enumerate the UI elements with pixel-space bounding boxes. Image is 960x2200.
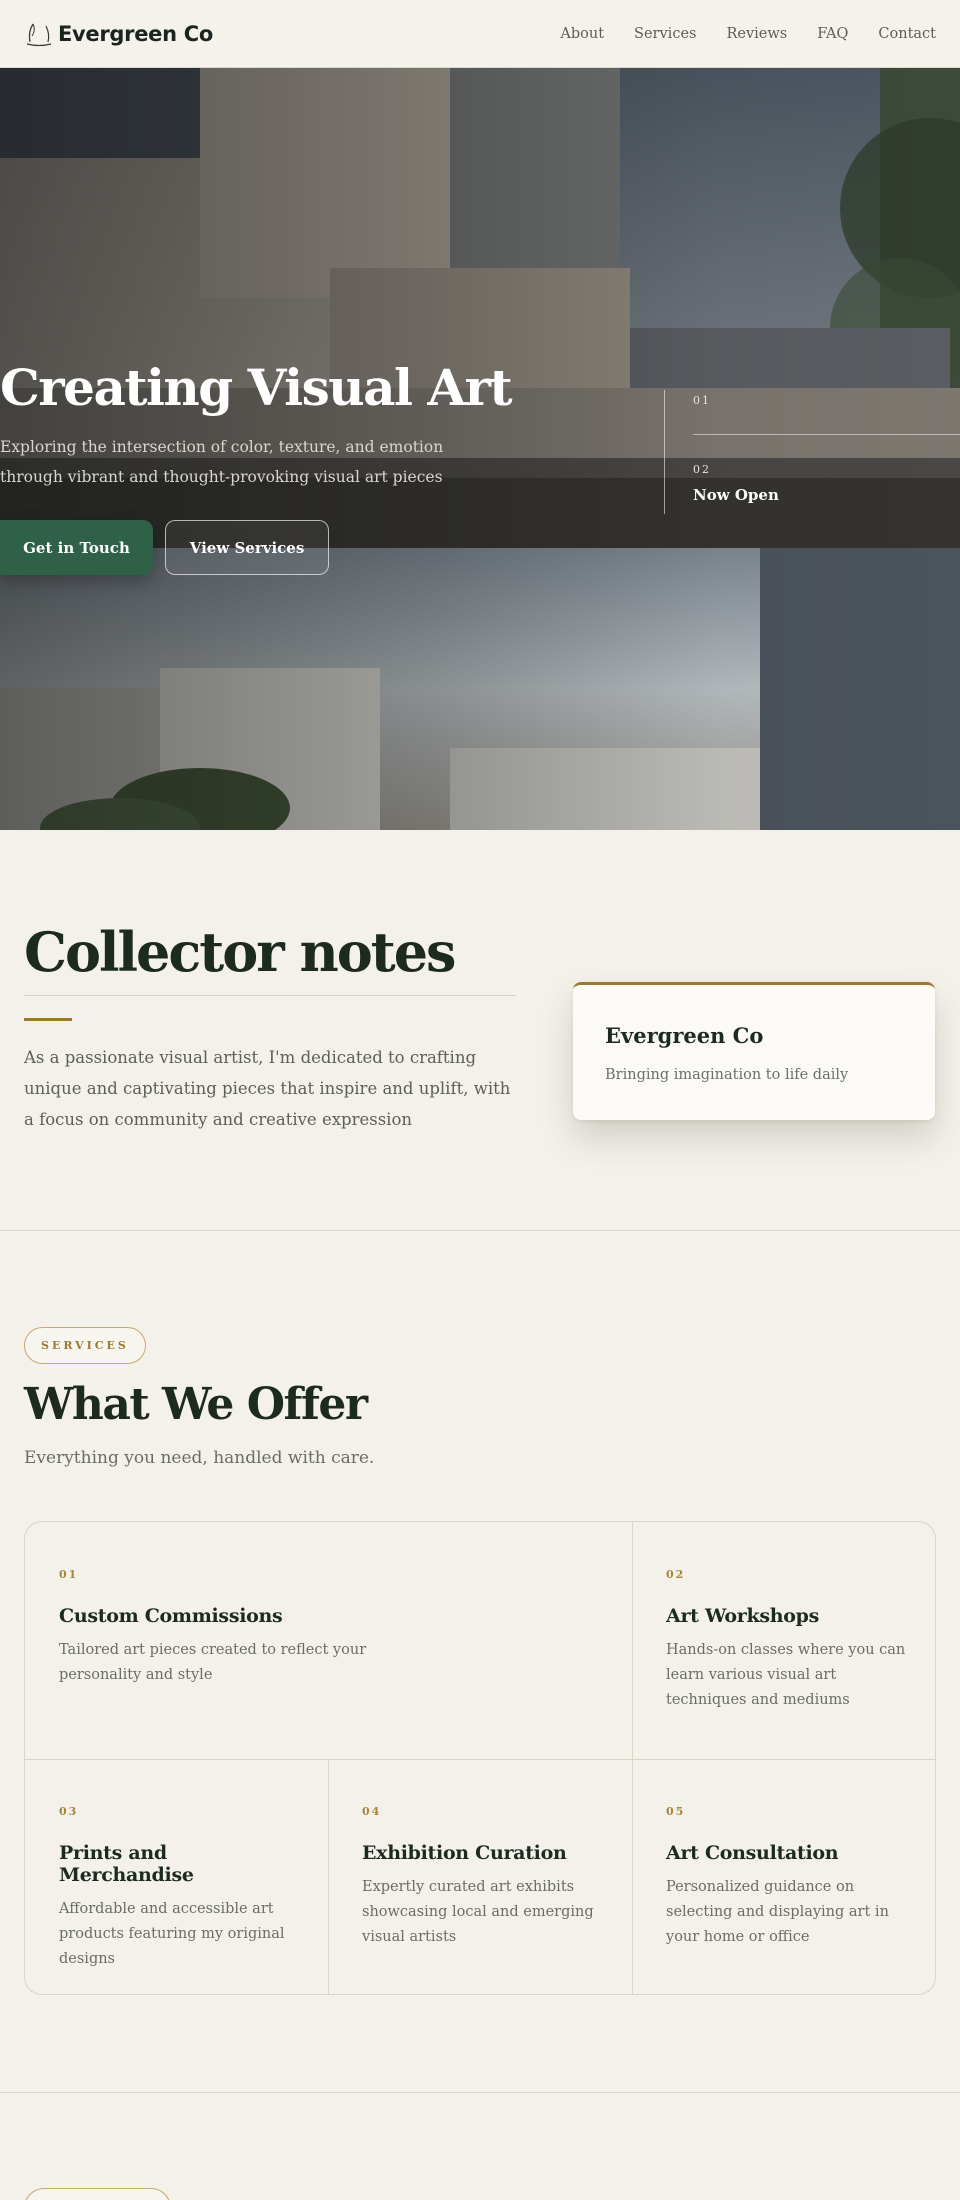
- service-title: Art Consultation: [666, 1842, 839, 1864]
- hero-stat-1-number: 01: [693, 394, 711, 407]
- service-card-curation: 04 Exhibition Curation Expertly curated …: [362, 1805, 602, 1950]
- brand-card: Evergreen Co Bringing imagination to lif…: [573, 982, 935, 1120]
- section-divider: [0, 2092, 960, 2093]
- brand-card-tagline: Bringing imagination to life daily: [605, 1067, 849, 1083]
- grid-divider: [632, 1522, 633, 1994]
- hero-stat-2-label: Now Open: [693, 486, 779, 504]
- service-number: 03: [59, 1805, 79, 1818]
- hero-stat-rule: [693, 434, 960, 435]
- section-divider: [0, 1230, 960, 1231]
- service-card-prints: 03 Prints and Merchandise Affordable and…: [59, 1805, 299, 1972]
- service-description: Tailored art pieces created to reflect y…: [59, 1642, 367, 1683]
- service-card-commissions: 01 Custom Commissions Tailored art piece…: [59, 1568, 379, 1688]
- hero-title: Creating Visual Art: [0, 358, 513, 417]
- services-title: What We Offer: [24, 1379, 368, 1430]
- nav-link-reviews[interactable]: Reviews: [726, 26, 787, 42]
- nav-link-contact[interactable]: Contact: [878, 26, 936, 42]
- hero-subtitle: Exploring the intersection of color, tex…: [0, 438, 444, 486]
- service-title: Exhibition Curation: [362, 1842, 567, 1864]
- nav-link-faq[interactable]: FAQ: [817, 26, 848, 42]
- service-number: 04: [362, 1805, 382, 1818]
- service-card-workshops: 02 Art Workshops Hands-on classes where …: [666, 1568, 906, 1713]
- service-title: Art Workshops: [666, 1605, 820, 1627]
- notes-accent-bar: [24, 1018, 72, 1021]
- service-number: 05: [666, 1805, 686, 1818]
- site-header: Evergreen Co About Services Reviews FAQ …: [0, 0, 960, 68]
- hero-stat-2-number: 02: [693, 463, 711, 476]
- next-section-eyebrow: [24, 2188, 171, 2200]
- grid-divider: [328, 1759, 329, 1994]
- notes-divider: [24, 995, 516, 996]
- notes-body: As a passionate visual artist, I'm dedic…: [24, 1048, 511, 1129]
- services-grid: 01 Custom Commissions Tailored art piece…: [24, 1521, 936, 1995]
- leaf-logo-icon: [26, 23, 52, 46]
- grid-divider: [25, 1759, 935, 1760]
- service-description: Personalized guidance on selecting and d…: [666, 1879, 889, 1945]
- hero-stat-divider: [664, 390, 665, 514]
- hero-section: Creating Visual Art Exploring the inters…: [0, 68, 960, 830]
- main-nav: About Services Reviews FAQ Contact: [560, 26, 936, 42]
- service-number: 01: [59, 1568, 79, 1581]
- service-description: Expertly curated art exhibits showcasing…: [362, 1879, 594, 1945]
- nav-link-about[interactable]: About: [560, 26, 604, 42]
- services-eyebrow: SERVICES: [24, 1327, 146, 1364]
- brand-link[interactable]: Evergreen Co: [24, 20, 213, 48]
- services-subtitle: Everything you need, handled with care.: [24, 1448, 375, 1468]
- service-description: Hands-on classes where you can learn var…: [666, 1642, 906, 1708]
- service-title: Prints and Merchandise: [59, 1842, 194, 1886]
- service-title: Custom Commissions: [59, 1605, 283, 1627]
- get-in-touch-button[interactable]: Get in Touch: [0, 520, 153, 575]
- service-number: 02: [666, 1568, 686, 1581]
- brand-name: Evergreen Co: [58, 21, 214, 46]
- notes-title: Collector notes: [24, 920, 456, 984]
- service-card-consultation: 05 Art Consultation Personalized guidanc…: [666, 1805, 906, 1950]
- service-description: Affordable and accessible art products f…: [59, 1901, 285, 1967]
- nav-link-services[interactable]: Services: [634, 26, 696, 42]
- brand-card-name: Evergreen Co: [605, 1023, 764, 1048]
- view-services-button[interactable]: View Services: [165, 520, 329, 575]
